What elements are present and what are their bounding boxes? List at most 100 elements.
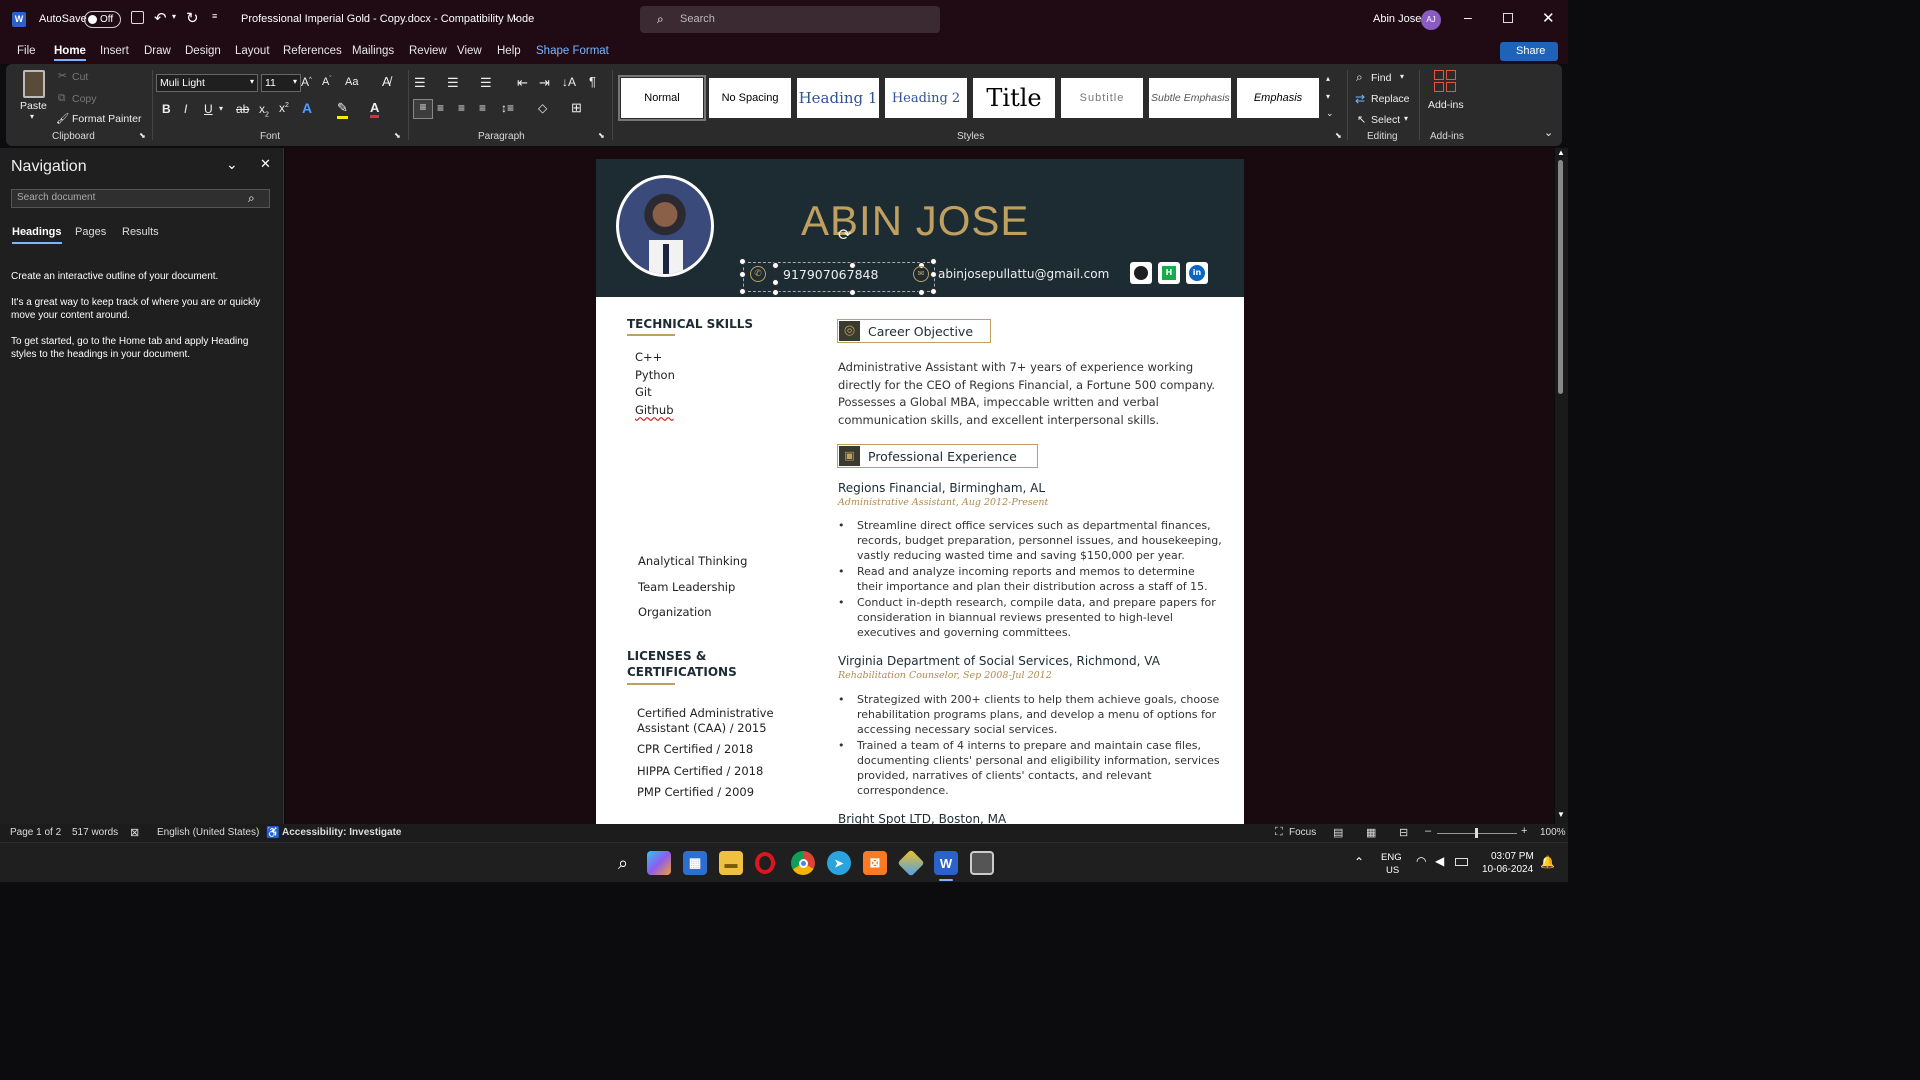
clock-time[interactable]: 03:07 PM [1491, 851, 1534, 862]
restore-icon[interactable] [1503, 13, 1513, 23]
minimize-icon[interactable]: – [1464, 9, 1472, 25]
scroll-down-icon[interactable]: ▼ [1557, 810, 1565, 819]
licenses-heading-line-2[interactable]: CERTIFICATIONS [627, 665, 737, 679]
phone-number[interactable]: 917907067848 [783, 267, 878, 282]
store-icon[interactable]: ▦ [683, 851, 707, 875]
search-box[interactable]: ⌕ Search [640, 6, 940, 33]
linkedin-icon[interactable]: in [1186, 262, 1208, 284]
skill-item[interactable]: Github [635, 402, 675, 420]
cut-button[interactable]: Cut [72, 71, 88, 83]
tab-mailings[interactable]: Mailings [352, 45, 394, 57]
addins-button[interactable]: Add-ins [1428, 99, 1464, 111]
change-case-button[interactable]: Aa [345, 76, 358, 88]
hackerrank-icon[interactable]: H [1158, 262, 1180, 284]
scrollbar-thumb[interactable] [1558, 160, 1563, 394]
replace-icon[interactable]: ⇄ [1355, 92, 1365, 106]
job-bullet[interactable]: Trained a team of 4 interns to prepare a… [838, 738, 1223, 798]
zoom-in-icon[interactable]: + [1521, 825, 1527, 837]
grow-font-icon[interactable]: A^ [301, 75, 312, 89]
keyboard-language-line-2[interactable]: US [1386, 865, 1399, 876]
opera-icon[interactable] [755, 852, 775, 874]
clear-formatting-icon[interactable]: A̸ [382, 74, 391, 89]
job-role[interactable]: Administrative Assistant, Aug 2012-Prese… [838, 497, 1048, 508]
snipping-tool-icon[interactable] [970, 851, 994, 875]
styles-scroll-up-icon[interactable]: ▴ [1326, 74, 1330, 83]
clipboard-launcher-icon[interactable]: ⬊ [139, 131, 146, 140]
job-bullet[interactable]: Read and analyze incoming reports and me… [838, 564, 1223, 594]
shrink-font-icon[interactable]: Aˇ [322, 76, 331, 88]
select-button[interactable]: Select [1371, 114, 1400, 126]
chrome-icon[interactable] [791, 851, 815, 875]
language-indicator[interactable]: English (United States) [157, 827, 259, 838]
undo-icon[interactable]: ↶ [154, 9, 167, 27]
focus-button[interactable]: Focus [1289, 827, 1316, 838]
tab-draw[interactable]: Draw [144, 45, 171, 57]
search-icon[interactable]: ⌕ [248, 191, 255, 206]
style-subtitle[interactable]: Subtitle [1061, 78, 1143, 118]
proofing-icon[interactable]: ⊠ [130, 826, 139, 839]
skill-item[interactable]: C++ [635, 349, 675, 367]
addins-icon[interactable] [1434, 70, 1456, 92]
zoom-out-icon[interactable]: – [1425, 825, 1431, 837]
paste-dropdown-icon[interactable]: ▾ [30, 112, 34, 121]
profile-photo[interactable] [616, 175, 714, 277]
tab-help[interactable]: Help [497, 45, 521, 57]
align-center-icon[interactable]: ≡ [437, 101, 444, 115]
start-icon[interactable] [575, 851, 599, 875]
chevron-down-icon[interactable]: ⌄ [512, 12, 520, 23]
tab-references[interactable]: References [283, 45, 342, 57]
word-taskbar-icon[interactable]: W [934, 851, 958, 875]
document-title[interactable]: Professional Imperial Gold - Copy.docx -… [241, 13, 534, 25]
dev-tool-icon[interactable] [897, 849, 925, 877]
telegram-icon[interactable]: ➤ [827, 851, 851, 875]
style-no-spacing[interactable]: No Spacing [709, 78, 791, 118]
style-title[interactable]: Title [973, 78, 1055, 118]
replace-button[interactable]: Replace [1371, 93, 1410, 105]
tab-design[interactable]: Design [185, 45, 221, 57]
job-company[interactable]: Virginia Department of Social Services, … [838, 654, 1160, 668]
font-size-select[interactable]: 11 ▾ [261, 74, 301, 92]
volume-icon[interactable]: ◀ [1435, 854, 1444, 868]
justify-icon[interactable]: ≡ [479, 101, 486, 115]
wifi-icon[interactable]: ◠ [1416, 854, 1426, 868]
github-icon[interactable] [1130, 262, 1152, 284]
word-count[interactable]: 517 words [72, 827, 118, 838]
format-painter-button[interactable]: Format Painter [72, 113, 141, 125]
skill-item[interactable]: Analytical Thinking [638, 549, 747, 575]
autosave-toggle[interactable]: Off [84, 11, 121, 28]
tab-review[interactable]: Review [409, 45, 447, 57]
numbering-icon[interactable]: ☰ [447, 75, 459, 91]
skill-item[interactable]: Python [635, 367, 675, 385]
copy-icon[interactable]: ⧉ [58, 92, 66, 105]
battery-icon[interactable] [1455, 858, 1468, 866]
style-emphasis[interactable]: Emphasis [1237, 78, 1319, 118]
show-hidden-icons-icon[interactable]: ⌃ [1354, 855, 1364, 869]
decrease-indent-icon[interactable]: ⇤ [517, 75, 528, 91]
nav-tab-results[interactable]: Results [122, 226, 159, 238]
print-layout-icon[interactable]: ▦ [1366, 826, 1376, 839]
page-count[interactable]: Page 1 of 2 [10, 827, 61, 838]
superscript-icon[interactable]: x2 [279, 101, 289, 115]
line-spacing-icon[interactable]: ↕≡ [501, 101, 514, 115]
nav-tab-pages[interactable]: Pages [75, 226, 106, 238]
collapse-ribbon-icon[interactable]: ⌄ [1544, 126, 1553, 139]
resume-name[interactable]: ABIN JOSE [801, 197, 1029, 245]
xampp-icon[interactable]: ⊠ [863, 851, 887, 875]
font-launcher-icon[interactable]: ⬊ [394, 131, 401, 140]
text-effects-icon[interactable]: A [302, 100, 312, 116]
increase-indent-icon[interactable]: ⇥ [539, 75, 550, 91]
tab-view[interactable]: View [457, 45, 482, 57]
vertical-scrollbar[interactable]: ▲ ▼ [1555, 148, 1568, 824]
job-role[interactable]: Rehabilitation Counselor, Sep 2008-Jul 2… [838, 670, 1052, 681]
subscript-icon[interactable]: x2 [259, 102, 269, 118]
borders-icon[interactable]: ⊞ [571, 100, 582, 116]
save-icon[interactable] [131, 11, 144, 24]
copy-button[interactable]: Copy [72, 93, 97, 105]
zoom-level[interactable]: 100% [1540, 827, 1566, 838]
undo-dropdown-icon[interactable]: ▾ [172, 12, 176, 21]
navigation-options-icon[interactable]: ⌄ [226, 156, 238, 173]
skill-item[interactable]: Team Leadership [638, 575, 747, 601]
navigation-close-icon[interactable]: ✕ [260, 156, 271, 172]
certification-item[interactable]: HIPPA Certified / 2018 [637, 764, 787, 779]
job-bullet[interactable]: Streamline direct office services such a… [838, 518, 1223, 563]
